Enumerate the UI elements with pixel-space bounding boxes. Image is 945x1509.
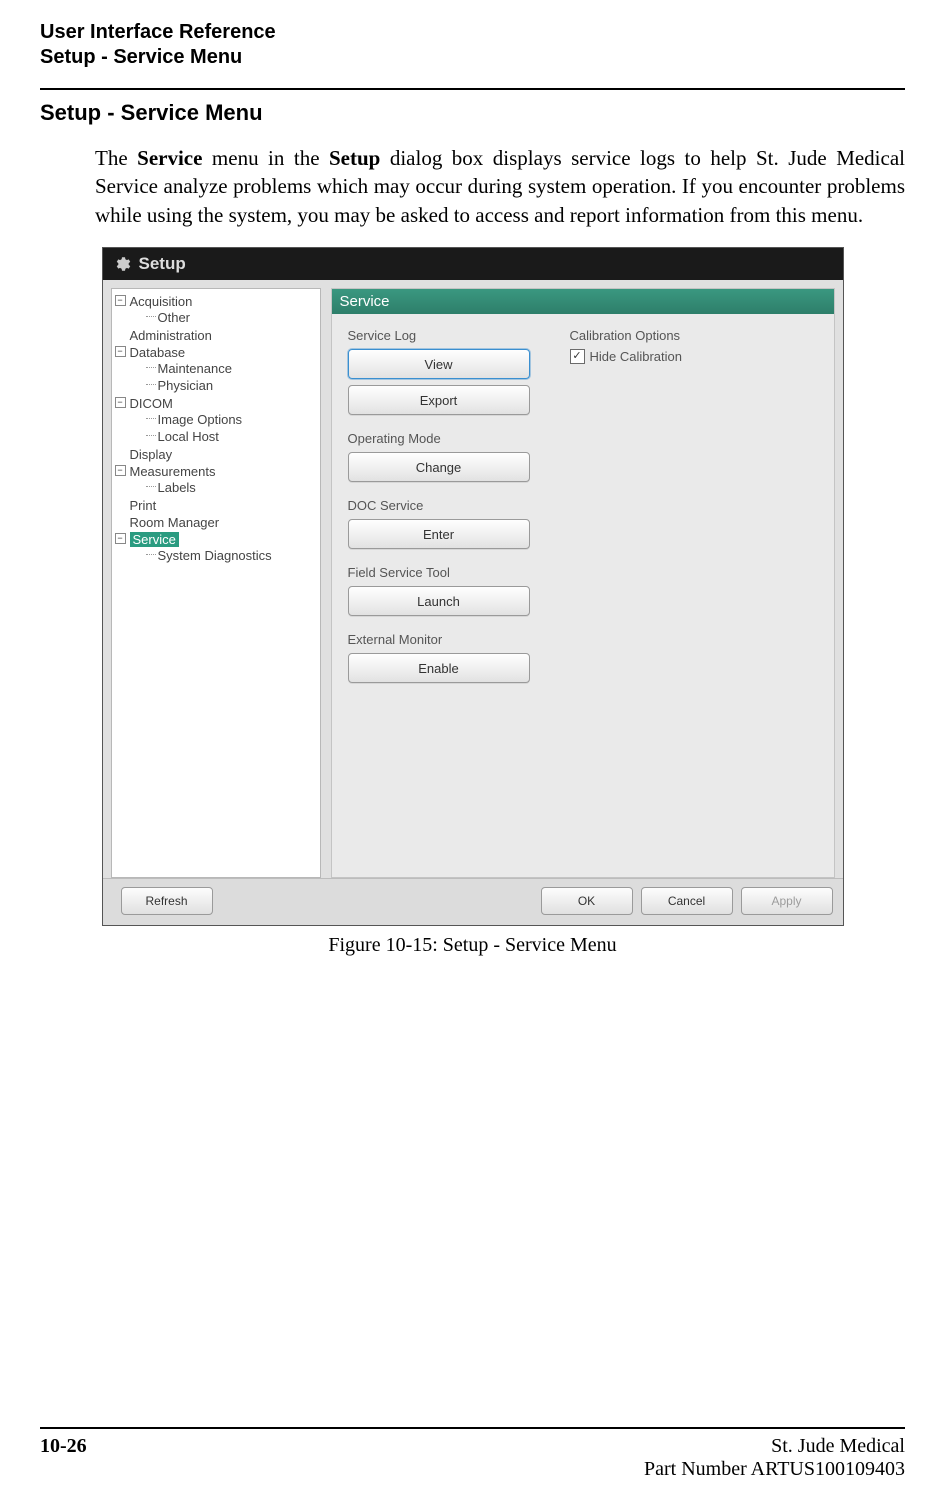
enter-button[interactable]: Enter: [348, 519, 530, 549]
service-log-section: Service Log View Export: [348, 328, 530, 415]
page-header: User Interface Reference Setup - Service…: [40, 20, 905, 88]
dialog-footer: Refresh OK Cancel Apply: [103, 878, 843, 925]
operating-mode-section: Operating Mode Change: [348, 431, 530, 482]
tree-item-system-diagnostics[interactable]: System Diagnostics: [144, 547, 316, 564]
tree-item-measurements[interactable]: −Measurements Labels: [116, 463, 316, 497]
doc-service-label: DOC Service: [348, 498, 530, 513]
tree-item-database-physician[interactable]: Physician: [144, 377, 316, 394]
footer-rule: [40, 1427, 905, 1429]
collapse-icon[interactable]: −: [115, 465, 126, 476]
tree-item-print[interactable]: Print: [116, 497, 316, 514]
tree-item-measurements-labels[interactable]: Labels: [144, 479, 316, 496]
calibration-options-label: Calibration Options: [570, 328, 683, 343]
tree-item-room-manager[interactable]: Room Manager: [116, 514, 316, 531]
page-number: 10-26: [40, 1435, 87, 1481]
tree-item-acquisition-other[interactable]: Other: [144, 309, 316, 326]
service-log-label: Service Log: [348, 328, 530, 343]
setup-dialog-screenshot: Setup −Acquisition Other Administration …: [102, 247, 844, 926]
tree-item-acquisition[interactable]: −Acquisition Other: [116, 293, 316, 327]
collapse-icon[interactable]: −: [115, 397, 126, 408]
cancel-button[interactable]: Cancel: [641, 887, 733, 915]
ok-button[interactable]: OK: [541, 887, 633, 915]
footer-row: 10-26 St. Jude Medical Part Number ARTUS…: [40, 1435, 905, 1481]
tree-item-display[interactable]: Display: [116, 446, 316, 463]
collapse-icon[interactable]: −: [115, 346, 126, 357]
footer-right: St. Jude Medical Part Number ARTUS100109…: [644, 1435, 905, 1481]
dialog-titlebar: Setup: [103, 248, 843, 280]
nav-tree: −Acquisition Other Administration −Datab…: [116, 293, 316, 565]
checkbox-icon: ✓: [570, 349, 585, 364]
collapse-icon[interactable]: −: [115, 295, 126, 306]
export-button[interactable]: Export: [348, 385, 530, 415]
footer-company: St. Jude Medical: [644, 1435, 905, 1458]
dialog-body: −Acquisition Other Administration −Datab…: [103, 280, 843, 878]
view-button[interactable]: View: [348, 349, 530, 379]
header-line-2: Setup - Service Menu: [40, 45, 905, 70]
content-left-column: Service Log View Export Operating Mode C…: [348, 328, 530, 699]
page-footer: 10-26 St. Jude Medical Part Number ARTUS…: [40, 1419, 905, 1481]
apply-button[interactable]: Apply: [741, 887, 833, 915]
figure-caption: Figure 10-15: Setup - Service Menu: [40, 934, 905, 957]
intro-paragraph: The Service menu in the Setup dialog box…: [95, 144, 905, 229]
field-service-tool-section: Field Service Tool Launch: [348, 565, 530, 616]
tree-item-dicom-local-host[interactable]: Local Host: [144, 428, 316, 445]
hide-calibration-label: Hide Calibration: [590, 349, 683, 364]
content-right-column: Calibration Options ✓ Hide Calibration: [570, 328, 683, 699]
header-rule: [40, 88, 905, 90]
tree-item-administration[interactable]: Administration: [116, 327, 316, 344]
collapse-icon[interactable]: −: [115, 533, 126, 544]
content-pane: Service Service Log View Export Operatin…: [331, 288, 835, 878]
external-monitor-section: External Monitor Enable: [348, 632, 530, 683]
tree-item-service[interactable]: −Service System Diagnostics: [116, 531, 316, 565]
nav-tree-pane: −Acquisition Other Administration −Datab…: [111, 288, 321, 878]
doc-service-section: DOC Service Enter: [348, 498, 530, 549]
document-page: User Interface Reference Setup - Service…: [0, 0, 945, 1509]
external-monitor-label: External Monitor: [348, 632, 530, 647]
footer-part-number: Part Number ARTUS100109403: [644, 1458, 905, 1481]
enable-button[interactable]: Enable: [348, 653, 530, 683]
launch-button[interactable]: Launch: [348, 586, 530, 616]
field-service-tool-label: Field Service Tool: [348, 565, 530, 580]
content-pane-title: Service: [332, 289, 834, 314]
section-heading: Setup - Service Menu: [40, 100, 905, 126]
dialog-title: Setup: [139, 254, 186, 274]
header-line-1: User Interface Reference: [40, 20, 905, 45]
change-button[interactable]: Change: [348, 452, 530, 482]
tree-item-database[interactable]: −Database Maintenance Physician: [116, 344, 316, 395]
refresh-button[interactable]: Refresh: [121, 887, 213, 915]
tree-item-database-maintenance[interactable]: Maintenance: [144, 360, 316, 377]
gear-icon: [113, 255, 131, 273]
content-body: Service Log View Export Operating Mode C…: [332, 314, 834, 713]
tree-item-dicom-image-options[interactable]: Image Options: [144, 411, 316, 428]
operating-mode-label: Operating Mode: [348, 431, 530, 446]
hide-calibration-checkbox[interactable]: ✓ Hide Calibration: [570, 349, 683, 364]
tree-item-dicom[interactable]: −DICOM Image Options Local Host: [116, 395, 316, 446]
